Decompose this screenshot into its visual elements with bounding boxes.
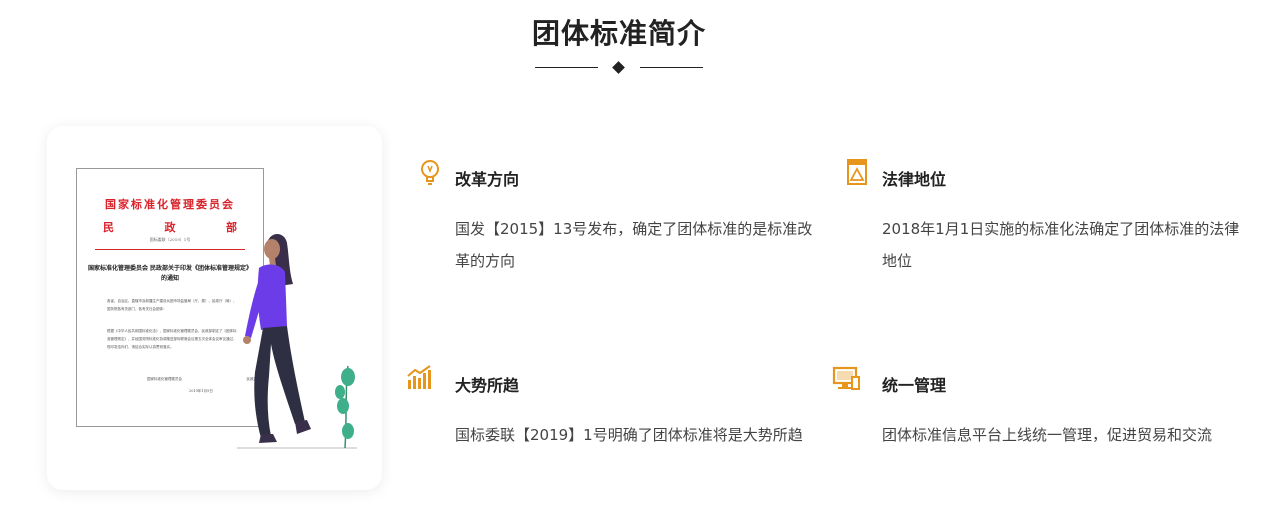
lightbulb-icon	[421, 160, 439, 185]
title-diamond-ornament	[612, 61, 625, 74]
framed-picture-icon	[847, 159, 867, 185]
woman-walking-illustration	[237, 233, 357, 449]
feature-title-legal-status: 法律地位	[882, 170, 947, 189]
computer-icon	[832, 366, 860, 390]
doc-issuer-line2: 民 政 部	[103, 219, 237, 235]
bar-chart-icon	[407, 365, 431, 389]
illustration-card: 国家标准化管理委员会 民 政 部 国标委联〔2019〕1号 国家标准化管理委员会…	[47, 126, 382, 490]
doc-paragraph-1: 各省、自治区、直辖市及新疆生产建设兵团市场监管局（厅、委）、民政厅（局），国务院…	[107, 299, 237, 311]
feature-desc-trend: 国标委联【2019】1号明确了团体标准将是大势所趋	[455, 426, 803, 444]
doc-signature-left: 国家标准化管理委员会	[147, 377, 182, 381]
doc-red-rule	[95, 249, 245, 250]
title-divider-right	[640, 67, 703, 68]
feature-desc-reform-direction: 国发【2015】13号发布，确定了团体标准的是标准改革的方向	[455, 220, 813, 270]
doc-date: 2019年1月9日	[189, 389, 213, 393]
doc-paragraph-2: 根据《中华人民共和国标准化法》，国家标准化管理委员会、民政部制定了《团体标准管理…	[107, 329, 237, 349]
doc-issuer-line1: 国家标准化管理委员会	[105, 198, 235, 211]
doc-issuer-char-2: 政	[164, 221, 176, 234]
title-divider-left	[535, 67, 598, 68]
feature-title-unified-management: 统一管理	[882, 376, 947, 395]
feature-desc-legal-status: 2018年1月1日实施的标准化法确定了团体标准的法律地位	[882, 220, 1240, 270]
feature-desc-unified-management: 团体标准信息平台上线统一管理，促进贸易和交流	[882, 426, 1213, 444]
feature-title-reform-direction: 改革方向	[455, 170, 520, 189]
doc-issuer-char-1: 民	[103, 221, 114, 234]
feature-title-trend: 大势所趋	[455, 376, 520, 395]
section-title: 团体标准简介	[531, 17, 706, 50]
